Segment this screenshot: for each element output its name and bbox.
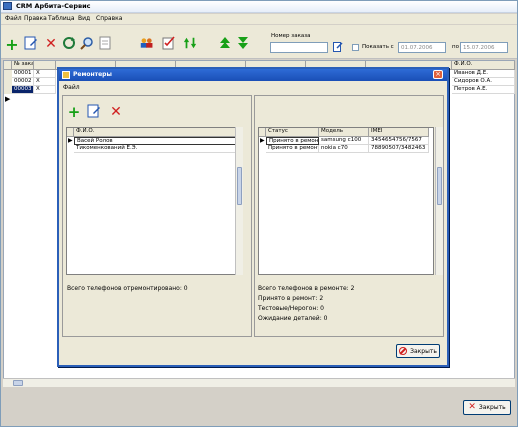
- model-cell[interactable]: samsung c100: [319, 137, 369, 145]
- repairers-dialog: Ремонтеры × Файл + ✕ Ф.И.О. ▶ Васей Роло…: [57, 67, 449, 367]
- dialog-close-label: Закрыть: [410, 347, 437, 355]
- users-icon[interactable]: [140, 36, 154, 50]
- dialog-close-button[interactable]: Закрыть: [396, 344, 440, 358]
- mark-cell[interactable]: X: [34, 86, 56, 94]
- sort-icon[interactable]: [183, 36, 197, 50]
- add-repairer-icon[interactable]: +: [67, 103, 81, 121]
- row-indicator-header: [67, 128, 74, 137]
- repairer-row[interactable]: Васей Ролов: [74, 137, 236, 145]
- order-number-input[interactable]: [270, 42, 328, 53]
- phones-grid[interactable]: Статус Модель IMEI ▶ Принято в ремонт sa…: [258, 127, 434, 275]
- model-cell[interactable]: nokia c70: [319, 145, 369, 153]
- column-header[interactable]: [34, 61, 56, 70]
- date-to-value: 15.07.2006: [463, 45, 495, 51]
- current-row-arrow: ▶: [68, 137, 73, 144]
- document-icon[interactable]: [98, 36, 112, 50]
- menu-table[interactable]: Таблица: [48, 15, 75, 22]
- date-from-field[interactable]: 01.07.2006: [398, 42, 446, 53]
- phones-scrollbar[interactable]: [435, 127, 443, 275]
- dialog-title-bar: [59, 69, 447, 81]
- column-header-status[interactable]: Статус: [266, 128, 319, 137]
- edit-icon[interactable]: [24, 36, 38, 50]
- down-icon[interactable]: [236, 36, 250, 50]
- imei-cell[interactable]: 3454654756/7567: [369, 137, 429, 145]
- menu-file[interactable]: Файл: [5, 15, 22, 22]
- checklist-icon[interactable]: [162, 36, 176, 50]
- accepted-count-text: Принято в ремонт: 2: [258, 295, 324, 302]
- menu-edit[interactable]: Правка: [24, 15, 47, 22]
- find-order-icon[interactable]: [333, 42, 343, 52]
- order-cell-selected[interactable]: 00003: [12, 86, 34, 94]
- menu-view[interactable]: Вид: [78, 15, 90, 22]
- column-header-imei[interactable]: IMEI: [369, 128, 429, 137]
- column-header-model[interactable]: Модель: [319, 128, 369, 137]
- total-in-repair-text: Всего телефонов в ремонте: 2: [258, 285, 355, 292]
- date-to-label: по: [452, 44, 459, 50]
- test-count-text: Тестовые/Нерогон: 0: [258, 305, 324, 312]
- order-cell[interactable]: 00001: [12, 70, 34, 78]
- app-icon: [3, 2, 12, 10]
- show-from-label: Показать с: [362, 44, 394, 50]
- stop-icon: [399, 347, 408, 355]
- horizontal-scrollbar[interactable]: [3, 378, 515, 387]
- column-header-fio[interactable]: Ф.И.О.: [74, 128, 236, 137]
- dialog-title: Ремонтеры: [73, 71, 112, 78]
- repairers-scrollbar[interactable]: [235, 127, 243, 275]
- current-row-arrow: ▶: [5, 95, 11, 103]
- add-icon[interactable]: +: [5, 35, 19, 54]
- refresh-icon[interactable]: [62, 36, 76, 50]
- main-close-label: Закрыть: [478, 404, 506, 411]
- fio-cell[interactable]: Сидоров О.А.: [452, 78, 515, 86]
- dialog-menu-file[interactable]: Файл: [63, 84, 80, 91]
- column-header-order[interactable]: № заказа: [12, 61, 34, 70]
- dialog-app-icon: [62, 71, 70, 79]
- row-indicator-header: [259, 128, 266, 137]
- order-number-label: Номер заказа: [271, 33, 311, 39]
- fio-cell[interactable]: Иванов Д.Е.: [452, 70, 515, 78]
- awaiting-parts-text: Ожидание деталей: 0: [258, 315, 328, 322]
- row-indicators: [4, 70, 12, 94]
- order-cell[interactable]: 00002: [12, 78, 34, 86]
- mark-cell[interactable]: X: [34, 78, 56, 86]
- menu-help[interactable]: Справка: [96, 15, 122, 22]
- dialog-close-x-button[interactable]: ×: [433, 70, 443, 79]
- scroll-thumb[interactable]: [237, 167, 242, 205]
- scroll-thumb[interactable]: [437, 167, 442, 205]
- status-cell[interactable]: Принято в ремонт: [266, 145, 319, 153]
- current-row-arrow: ▶: [260, 137, 265, 144]
- status-cell[interactable]: Принято в ремонт: [266, 137, 319, 145]
- repaired-count-text: Всего телефонов отремонтировано: 0: [67, 285, 188, 292]
- delete-repairer-icon[interactable]: ✕: [109, 105, 123, 119]
- close-icon: ✕: [468, 402, 476, 412]
- delete-icon[interactable]: ✕: [44, 37, 58, 51]
- edit-repairer-icon[interactable]: [87, 104, 101, 118]
- search-icon[interactable]: [80, 36, 94, 50]
- repairer-row[interactable]: Тикоменкований Е.Э.: [74, 145, 236, 153]
- up-icon[interactable]: [218, 36, 232, 50]
- repairers-grid[interactable]: Ф.И.О. ▶ Васей Ролов Тикоменкований Е.Э.: [66, 127, 240, 275]
- window-title: CRM Арбита-Сервис: [16, 2, 91, 10]
- date-to-field[interactable]: 15.07.2006: [460, 42, 508, 53]
- scroll-thumb[interactable]: [13, 380, 23, 386]
- column-header-fio[interactable]: Ф.И.О.: [452, 61, 515, 70]
- date-from-value: 01.07.2006: [401, 45, 433, 51]
- imei-cell[interactable]: 78890507/3482463: [369, 145, 429, 153]
- fio-cell[interactable]: Петров А.Е.: [452, 86, 515, 94]
- main-close-button[interactable]: ✕ Закрыть: [463, 400, 511, 415]
- show-from-checkbox[interactable]: [352, 44, 359, 51]
- row-indicator-header: [4, 61, 12, 70]
- mark-cell[interactable]: X: [34, 70, 56, 78]
